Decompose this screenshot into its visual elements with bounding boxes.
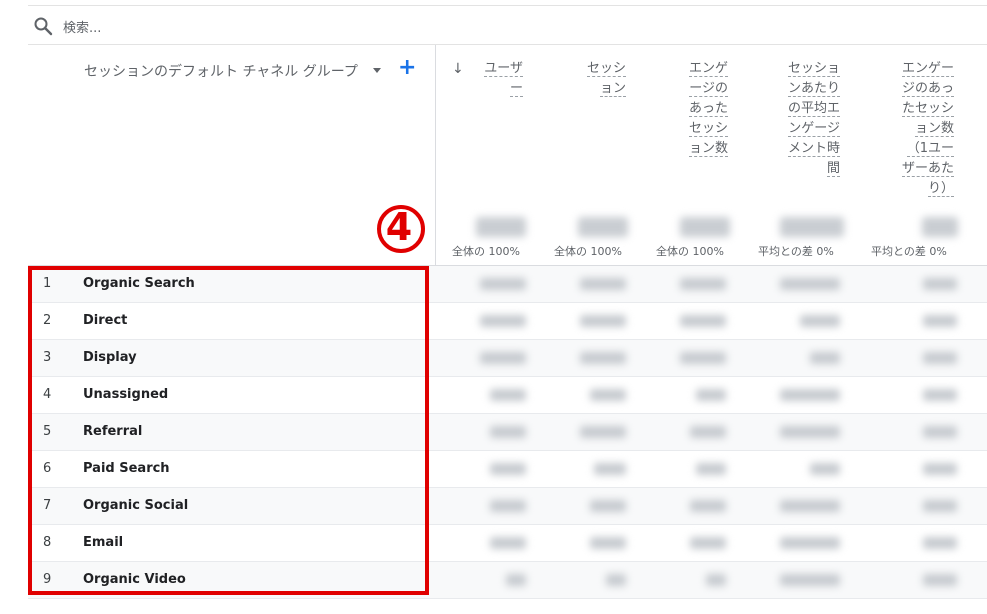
totals-value-blurred — [476, 217, 526, 237]
blurred-value — [810, 463, 840, 475]
blurred-value — [490, 389, 526, 401]
totals-value-blurred — [780, 217, 844, 237]
blurred-value — [780, 389, 840, 401]
blurred-value — [780, 500, 840, 512]
blurred-value — [690, 537, 726, 549]
blurred-value — [480, 315, 526, 327]
blurred-value — [490, 426, 526, 438]
metric-header-engaged-sessions[interactable]: エンゲ ージの あった セッシ ョン数 — [680, 59, 728, 159]
blurred-value — [490, 537, 526, 549]
blurred-value — [706, 574, 726, 586]
blurred-value — [780, 426, 840, 438]
totals-sublabel: 平均との差 0% — [871, 245, 947, 258]
blurred-value — [580, 315, 626, 327]
sort-arrow-icon[interactable]: ↓ — [452, 61, 464, 77]
blurred-value — [480, 352, 526, 364]
blurred-value — [923, 537, 957, 549]
annotation-badge: 4 — [375, 203, 425, 253]
blurred-value — [923, 574, 957, 586]
blurred-value — [923, 352, 957, 364]
totals-value-blurred — [578, 217, 628, 237]
blurred-value — [690, 426, 726, 438]
blurred-value — [923, 463, 957, 475]
totals-sublabel: 全体の 100% — [656, 245, 724, 258]
search-input[interactable]: 検索... — [63, 17, 101, 36]
blurred-value — [606, 574, 626, 586]
metric-header-avg-engagement-time[interactable]: セッショ ンあたり の平均エ ンゲージ メント時 間 — [780, 59, 840, 179]
blurred-value — [490, 500, 526, 512]
blurred-value — [780, 278, 840, 290]
blurred-value — [696, 389, 726, 401]
blurred-value — [923, 426, 957, 438]
blurred-value — [590, 389, 626, 401]
blurred-value — [680, 278, 726, 290]
blurred-value — [690, 500, 726, 512]
totals-sublabel: 平均との差 0% — [758, 245, 834, 258]
highlight-box — [28, 266, 429, 595]
blurred-value — [923, 500, 957, 512]
metric-header-sessions[interactable]: セッシ ョン — [576, 59, 626, 99]
totals-sublabel: 全体の 100% — [554, 245, 622, 258]
totals-sublabel: 全体の 100% — [452, 245, 520, 258]
blurred-value — [923, 278, 957, 290]
add-dimension-button[interactable]: + — [398, 57, 416, 79]
blurred-value — [594, 463, 626, 475]
dimension-header: セッションのデフォルト チャネル グループ + — [28, 45, 435, 265]
blurred-value — [590, 500, 626, 512]
blurred-value — [780, 574, 840, 586]
blurred-value — [810, 352, 840, 364]
blurred-value — [680, 352, 726, 364]
metric-header-engaged-sessions-per-user[interactable]: エンゲー ジのあっ たセッシ ョン数 （1ユー ザーあた り） — [892, 59, 954, 199]
blurred-value — [580, 278, 626, 290]
metric-headers: ↓ ユーザ ー セッシ ョン エンゲ ージの あった セッシ ョン数 セッショ … — [436, 45, 987, 265]
metric-header-users[interactable]: ユーザ ー — [478, 59, 523, 99]
blurred-value — [490, 463, 526, 475]
blurred-value — [923, 389, 957, 401]
blurred-value — [480, 278, 526, 290]
blurred-value — [580, 426, 626, 438]
blurred-value — [580, 352, 626, 364]
blurred-value — [923, 315, 957, 327]
totals-value-blurred — [680, 217, 730, 237]
totals-value-blurred — [922, 217, 958, 237]
search-icon — [34, 17, 53, 36]
blurred-value — [506, 574, 526, 586]
blurred-value — [780, 537, 840, 549]
blurred-value — [800, 315, 840, 327]
search-bar[interactable]: 検索... — [28, 5, 987, 45]
chevron-down-icon[interactable] — [373, 68, 381, 73]
blurred-value — [590, 537, 626, 549]
blurred-value — [680, 315, 726, 327]
dimension-selector[interactable]: セッションのデフォルト チャネル グループ — [84, 61, 358, 81]
blurred-value — [696, 463, 726, 475]
